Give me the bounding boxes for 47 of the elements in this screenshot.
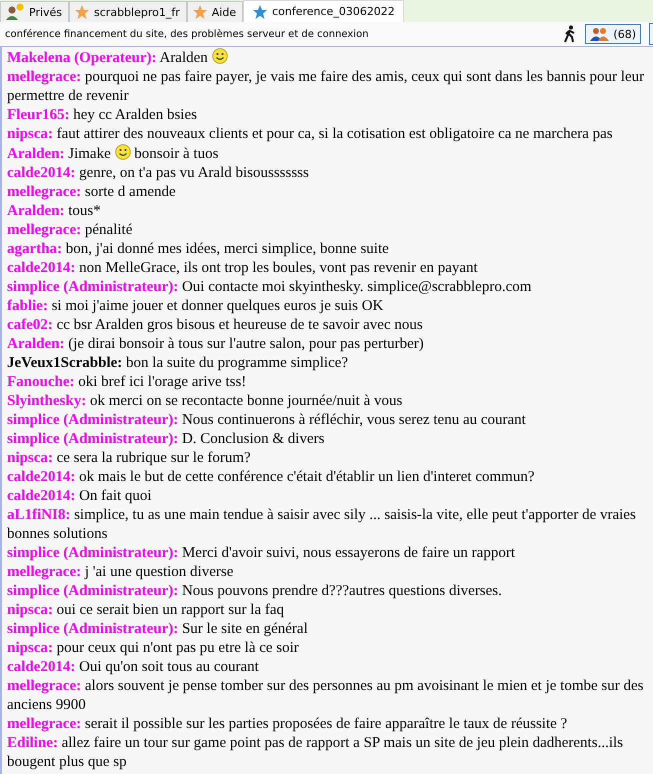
tab[interactable]: Aide <box>186 1 244 22</box>
user-icon <box>5 3 25 21</box>
chat-message: Slyinthesky: ok merci on se recontacte bonne journée/nuit à vous <box>7 392 404 411</box>
chat-message: calde2014: ok mais le but de cette conférence c'était d'établir un lien d'interet commun? <box>7 468 536 487</box>
star-icon <box>252 4 268 20</box>
chat-message: calde2014: genre, on t'a pas vu Arald bisousssssss <box>7 164 310 183</box>
chat-message: calde2014: Oui qu'on soit tous au courant <box>7 658 260 677</box>
chat-message: nipsca: oui ce serait bien un rapport sur la faq <box>7 601 286 620</box>
walking-person-icon[interactable] <box>563 25 578 43</box>
chat-message: simplice (Administrateur): Nous continuerons à réfléchir, vous serez tenu au courant <box>7 411 527 430</box>
chat-message: simplice (Administrateur): Nous pouvons prendre d???autres questions diverses. <box>7 582 503 601</box>
topic-text: conférence financement du site, des problèmes serveur et de connexion <box>5 28 369 40</box>
star-icon <box>74 4 90 20</box>
chat-message: simplice (Administrateur): Sur le site en général <box>7 620 309 639</box>
chat-message: Ediline: allez faire un tour sur game point pas de rapport a SP mais un site de jeu plein dadherents...ils bougent plus que sp <box>7 734 624 772</box>
star-icon <box>192 4 208 20</box>
tab[interactable]: conference_03062022 <box>243 0 404 22</box>
tab[interactable]: Privés <box>0 1 70 22</box>
chat-message: Aralden: tous* <box>7 202 102 221</box>
message-text: bonsoir à tuos <box>134 146 218 162</box>
chat-message: fablie: si moi j'aime jouer et donner quelques euros je suis OK <box>7 297 384 316</box>
chat-message: simplice (Administrateur): D. Conclusion & divers <box>7 430 326 449</box>
chat-message: calde2014: non MelleGrace, ils ont trop les boules, vont pas revenir en payant <box>7 259 479 278</box>
chat-message: calde2014: On fait quoi <box>7 487 153 506</box>
chat-message: mellegrace: pénalité <box>7 221 134 240</box>
tab[interactable]: scrabblepro1_fr <box>69 1 187 22</box>
users-button[interactable]: (68) <box>585 24 641 44</box>
chat-message: mellegrace: j 'ai une question diverse <box>7 563 234 582</box>
smiley-icon <box>114 144 130 160</box>
message-text: Aralden <box>159 50 208 66</box>
message-text: Jimake <box>68 146 111 162</box>
chat-message: agartha: bon, j'ai donné mes idées, merci simplice, bonne suite <box>7 240 390 259</box>
chat-message: nipsca: pour ceux qui n'ont pas pu etre là ce soir <box>7 639 300 658</box>
users-icon <box>590 27 610 41</box>
chat-message: simplice (Administrateur): Merci d'avoir suivi, nous essayerons de faire un rapport <box>7 544 516 563</box>
chat-message: JeVeux1Scrabble: bon la suite du programme simplice? <box>7 354 350 373</box>
smiley-icon <box>212 48 228 64</box>
chat-message: nipsca: ce sera la rubrique sur le forum? <box>7 449 252 468</box>
chat-message: Aralden: (je dirai bonsoir à tous sur l'autre salon, pour pas perturber) <box>7 335 425 354</box>
chat-message: mellegrace: serait il possible sur les parties proposées de faire apparaître le taux de réussite ? <box>7 715 568 734</box>
chat-message: Fanouche: oki bref ici l'orage arive tss! <box>7 373 248 392</box>
chat-message: simplice (Administrateur): Oui contacte moi skyinthesky. simplice@scrabblepro.com <box>7 278 532 297</box>
chat-message: aL1fiNI8: simplice, tu as une main tendue à saisir avec sily ... saisis-la vite, elle peut t'apporter de vraies bonnes solutions <box>7 506 637 544</box>
chat-message: nipsca: faut attirer des nouveaux clients et pour ca, si la cotisation est obligatoire ca ne marchera pas <box>7 125 614 144</box>
chat-message: cafe02: cc bsr Aralden gros bisous et heureuse de te savoir avec nous <box>7 316 424 335</box>
chat-message: mellegrace: sorte d amende <box>7 183 177 202</box>
chat-message: Fleur165: hey cc Aralden bsies <box>7 106 198 125</box>
